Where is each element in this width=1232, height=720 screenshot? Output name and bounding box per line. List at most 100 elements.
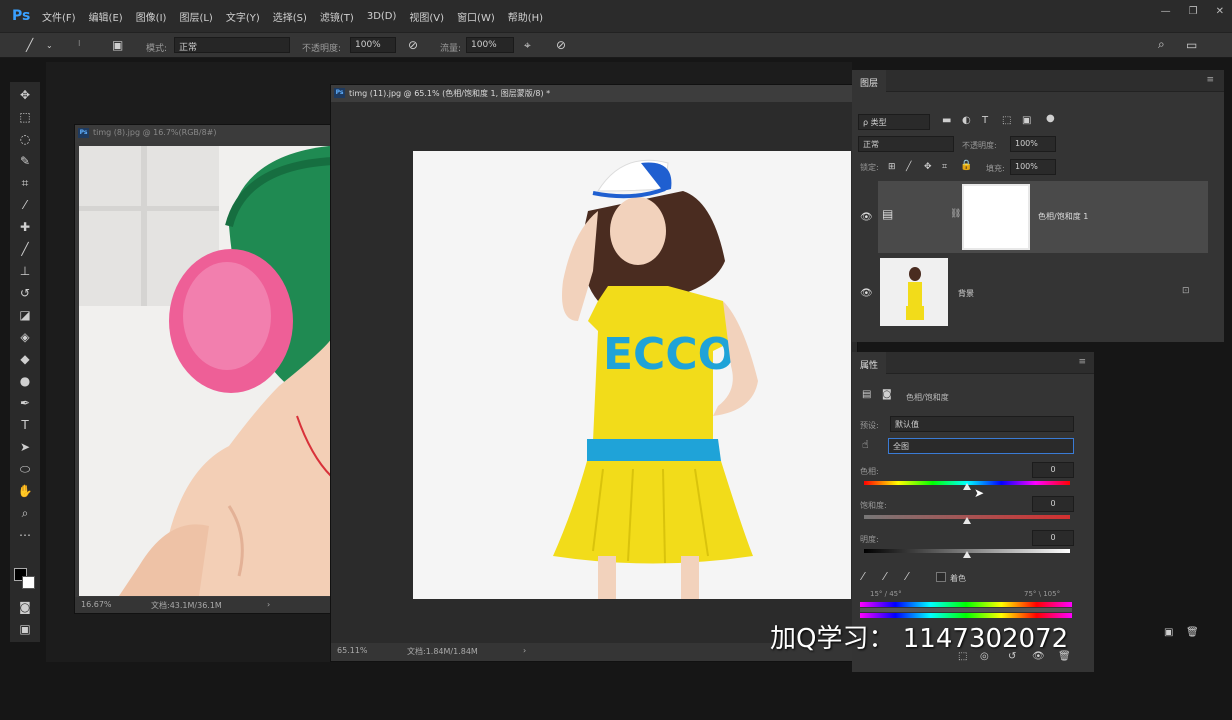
airbrush-icon[interactable]: ⌖	[524, 38, 531, 52]
hue-slider-thumb[interactable]	[963, 483, 971, 490]
hue-input[interactable]: 0	[1032, 462, 1074, 478]
tab-properties[interactable]: 属性	[852, 352, 887, 374]
flow-input[interactable]: 100%	[466, 37, 514, 53]
lightness-slider-thumb[interactable]	[963, 551, 971, 558]
restore-icon[interactable]: ❐	[1189, 6, 1198, 17]
type-tool-icon[interactable]: T	[16, 416, 34, 434]
healing-tool-icon[interactable]: ✚	[16, 218, 34, 236]
menu-select[interactable]: 选择(S)	[273, 9, 307, 24]
stamp-tool-icon[interactable]: ⊥	[16, 262, 34, 280]
document-window-girl[interactable]: Ps timg (11).jpg @ 65.1% (色相/饱和度 1, 图层蒙版…	[330, 84, 858, 662]
colorize-checkbox[interactable]	[936, 572, 946, 582]
hue-range-selector[interactable]	[860, 608, 1072, 612]
fill-input[interactable]: 100%	[1010, 159, 1056, 175]
lasso-tool-icon[interactable]: ◌	[16, 130, 34, 148]
zoom-level[interactable]: 65.11%	[337, 646, 368, 655]
dodge-tool-icon[interactable]: ●	[16, 372, 34, 390]
brush-tool-icon[interactable]: ╱	[26, 38, 33, 52]
menu-layer[interactable]: 图层(L)	[179, 9, 212, 24]
saturation-slider-thumb[interactable]	[963, 517, 971, 524]
close-icon[interactable]: ✕	[1216, 6, 1224, 17]
lock-transparent-icon[interactable]: ⊞	[888, 160, 896, 174]
panel-menu-icon[interactable]: ≡	[1078, 357, 1086, 367]
layer-filter-select[interactable]: ρ 类型	[858, 114, 930, 130]
menu-window[interactable]: 窗口(W)	[457, 9, 495, 24]
channel-select[interactable]: 全图	[888, 438, 1074, 454]
layer-mask-thumbnail[interactable]	[962, 184, 1030, 250]
brush-size-icon[interactable]: ⁝	[78, 37, 81, 51]
minimize-icon[interactable]: —	[1161, 6, 1171, 17]
new-layer-icon[interactable]: ▣	[1164, 626, 1173, 640]
layer-row-hue-saturation[interactable]: ▤ ⛓ 色相/饱和度 1	[878, 181, 1208, 253]
workspace-icon[interactable]: ▭	[1186, 38, 1197, 52]
lightness-input[interactable]: 0	[1032, 530, 1074, 546]
blur-tool-icon[interactable]: ◆	[16, 350, 34, 368]
marquee-tool-icon[interactable]: ⬚	[16, 108, 34, 126]
menu-view[interactable]: 视图(V)	[409, 9, 444, 24]
lock-artboard-icon[interactable]: ⌗	[942, 160, 947, 174]
preset-select[interactable]: 默认值	[890, 416, 1074, 432]
target-adjust-icon[interactable]: ☝	[862, 438, 869, 452]
menu-3d[interactable]: 3D(D)	[367, 11, 397, 22]
filter-pixel-icon[interactable]: ▬	[942, 114, 951, 128]
history-brush-tool-icon[interactable]: ↺	[16, 284, 34, 302]
quick-mask-icon[interactable]: ◙	[16, 598, 34, 616]
opacity-input[interactable]: 100%	[350, 37, 396, 53]
saturation-input[interactable]: 0	[1032, 496, 1074, 512]
mask-icon[interactable]: ◙	[882, 388, 892, 402]
lock-pixels-icon[interactable]: ╱	[906, 160, 911, 174]
screen-mode-icon[interactable]: ▣	[16, 620, 34, 638]
adjustment-icon[interactable]: ▤	[862, 388, 871, 402]
background-color-swatch[interactable]	[22, 576, 35, 589]
link-icon[interactable]: ⛓	[950, 209, 961, 219]
quick-select-tool-icon[interactable]: ✎	[16, 152, 34, 170]
zoom-level[interactable]: 16.67%	[81, 600, 112, 609]
crop-tool-icon[interactable]: ⌗	[16, 174, 34, 192]
filter-type-icon[interactable]: T	[982, 114, 988, 128]
hand-tool-icon[interactable]: ✋	[16, 482, 34, 500]
visibility-eye-icon[interactable]: 👁	[860, 288, 873, 299]
pressure-size-icon[interactable]: ⊘	[556, 38, 566, 52]
blend-mode-select[interactable]: 正常	[858, 136, 954, 152]
more-tools-icon[interactable]: ⋯	[16, 526, 34, 544]
menu-help[interactable]: 帮助(H)	[508, 9, 543, 24]
menu-filter[interactable]: 滤镜(T)	[320, 9, 354, 24]
panel-menu-icon[interactable]: ≡	[1206, 75, 1214, 85]
brush-panel-icon[interactable]: ▣	[112, 38, 123, 52]
chevron-down-icon[interactable]: ⌄	[46, 39, 53, 53]
eyedropper-plus-icon[interactable]: ⁄	[884, 570, 886, 584]
trash-icon[interactable]: 🗑	[1186, 626, 1199, 640]
menu-file[interactable]: 文件(F)	[42, 9, 76, 24]
filter-toggle-icon[interactable]: ●	[1046, 112, 1055, 126]
eraser-tool-icon[interactable]: ◪	[16, 306, 34, 324]
document-tab-active[interactable]: Ps timg (11).jpg @ 65.1% (色相/饱和度 1, 图层蒙版…	[331, 85, 857, 102]
tab-layers[interactable]: 图层	[852, 70, 887, 92]
layer-row-background[interactable]: 背景 ⊡	[878, 256, 1208, 328]
document-window-baby[interactable]: Ps timg (8).jpg @ 16.7%(RGB/8#) 16.67% 文…	[74, 124, 336, 614]
zoom-tool-icon[interactable]: ⌕	[16, 504, 34, 522]
eyedropper-tool-icon[interactable]: ⁄	[16, 196, 34, 214]
pressure-opacity-icon[interactable]: ⊘	[408, 38, 418, 52]
move-tool-icon[interactable]: ✥	[16, 86, 34, 104]
search-icon[interactable]: ⌕	[1158, 37, 1165, 51]
menu-edit[interactable]: 编辑(E)	[89, 9, 123, 24]
pen-tool-icon[interactable]: ✒	[16, 394, 34, 412]
lock-all-icon[interactable]: 🔒	[960, 159, 972, 173]
chevron-right-icon[interactable]: ›	[267, 600, 270, 609]
path-select-tool-icon[interactable]: ➤	[16, 438, 34, 456]
eyedropper-icon[interactable]: ⁄	[862, 570, 864, 584]
mode-select[interactable]: 正常	[174, 37, 290, 53]
layer-opacity-input[interactable]: 100%	[1010, 136, 1056, 152]
menu-type[interactable]: 文字(Y)	[226, 9, 260, 24]
chevron-right-icon[interactable]: ›	[523, 646, 526, 655]
filter-smart-object-icon[interactable]: ▣	[1022, 114, 1031, 128]
layer-name[interactable]: 背景	[958, 288, 974, 299]
lock-position-icon[interactable]: ✥	[924, 160, 932, 174]
filter-adjustment-icon[interactable]: ◐	[962, 114, 971, 128]
eyedropper-minus-icon[interactable]: ⁄	[906, 570, 908, 584]
layer-name[interactable]: 色相/饱和度 1	[1038, 211, 1088, 222]
brush-tool-icon[interactable]: ╱	[16, 240, 34, 258]
document-tab[interactable]: Ps timg (8).jpg @ 16.7%(RGB/8#)	[75, 125, 335, 142]
menu-image[interactable]: 图像(I)	[136, 9, 167, 24]
visibility-eye-icon[interactable]: 👁	[860, 212, 873, 223]
